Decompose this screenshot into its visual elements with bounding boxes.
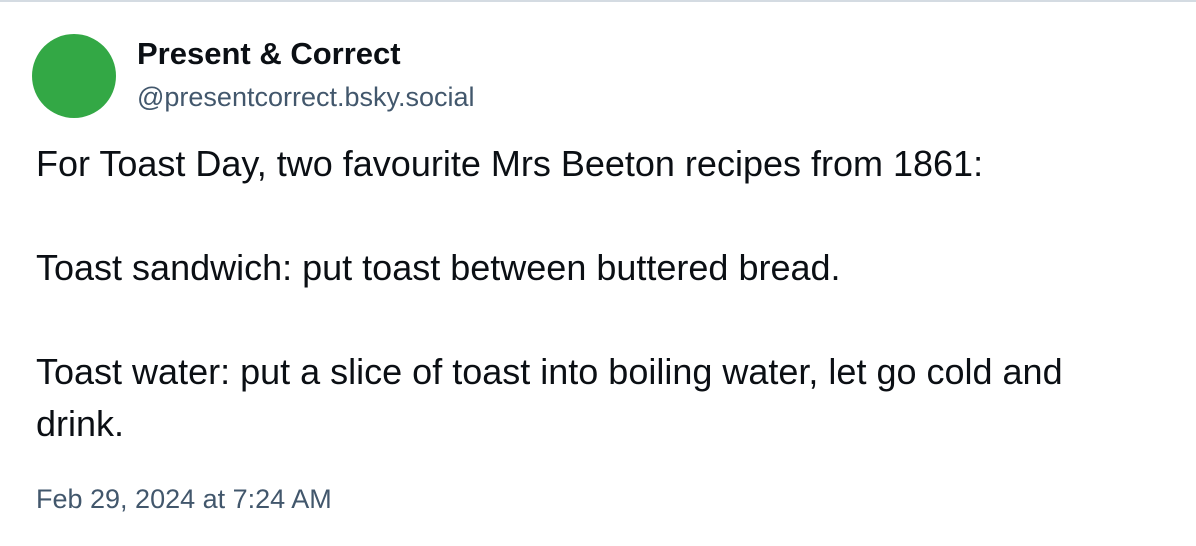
post-paragraph: For Toast Day, two favourite Mrs Beeton … (36, 143, 984, 184)
post-timestamp[interactable]: Feb 29, 2024 at 7:24 AM (36, 484, 332, 515)
author-handle[interactable]: @presentcorrect.bsky.social (137, 82, 475, 113)
post-paragraph: Toast sandwich: put toast between butter… (36, 247, 841, 288)
avatar[interactable] (32, 34, 116, 118)
author-display-name[interactable]: Present & Correct (137, 36, 401, 72)
post-card: Present & Correct @presentcorrect.bsky.s… (0, 0, 1196, 546)
post-paragraph: Toast water: put a slice of toast into b… (36, 351, 1063, 444)
post-text: For Toast Day, two favourite Mrs Beeton … (36, 138, 1156, 450)
